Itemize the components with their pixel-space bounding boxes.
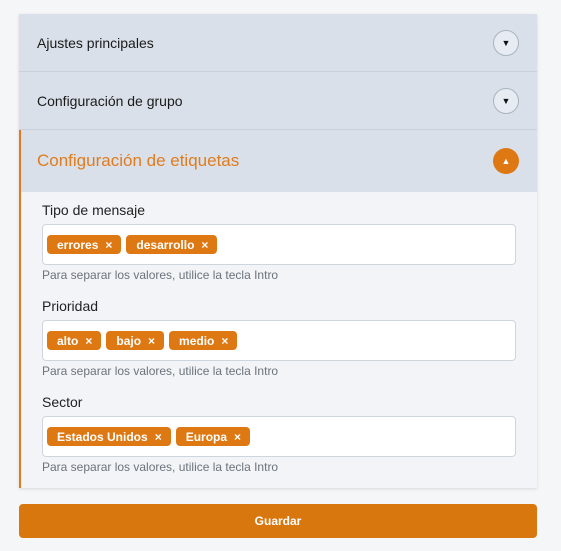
- tag-label: desarrollo: [136, 237, 195, 252]
- field-label-priority: Prioridad: [42, 298, 99, 314]
- tag: bajo ×: [106, 331, 165, 350]
- tag: Estados Unidos ×: [47, 427, 171, 446]
- field-help-text: Para separar los valores, utilice la tec…: [42, 364, 279, 378]
- accordion-body: Tipo de mensaje errores × desarrollo × Par…: [21, 192, 537, 488]
- field-label-sector: Sector: [42, 394, 83, 410]
- message-type-tag-input[interactable]: errores × desarrollo ×: [42, 224, 516, 265]
- tag-label: Europa: [185, 429, 228, 444]
- chevron-up-icon[interactable]: ▲: [493, 148, 519, 174]
- field-label-message-type: Tipo de mensaje: [42, 202, 145, 218]
- sector-tag-input[interactable]: Estados Unidos × Europa ×: [42, 416, 516, 457]
- section-title: Ajustes principales: [37, 34, 154, 51]
- section-title: Configuración de grupo: [37, 92, 183, 109]
- accordion-section-tag-settings: Configuración de etiquetas ▲ Tipo de men…: [19, 130, 537, 488]
- remove-tag-icon[interactable]: ×: [234, 430, 241, 444]
- remove-tag-icon[interactable]: ×: [105, 238, 112, 252]
- tag: desarrollo ×: [126, 235, 218, 254]
- tag-label: bajo: [116, 333, 142, 348]
- remove-tag-icon[interactable]: ×: [221, 334, 228, 348]
- section-title: Configuración de etiquetas: [37, 151, 240, 170]
- tag: alto ×: [47, 331, 102, 350]
- settings-accordion: Ajustes principales ▼ Configuración de g…: [19, 14, 537, 488]
- tag-label: medio: [179, 333, 215, 348]
- field-help-text: Para separar los valores, utilice la tec…: [42, 460, 279, 474]
- tag-label: Estados Unidos: [57, 429, 148, 444]
- remove-tag-icon[interactable]: ×: [201, 238, 208, 252]
- tag: errores ×: [47, 235, 122, 254]
- chevron-down-icon[interactable]: ▼: [493, 87, 519, 114]
- remove-tag-icon[interactable]: ×: [155, 430, 162, 444]
- field-help-text: Para separar los valores, utilice la tec…: [42, 268, 279, 282]
- remove-tag-icon[interactable]: ×: [148, 334, 155, 348]
- tag: medio ×: [169, 331, 238, 350]
- tag-label: errores: [57, 237, 99, 252]
- tag: Europa ×: [175, 427, 251, 446]
- chevron-down-icon[interactable]: ▼: [493, 29, 519, 56]
- accordion-header-tag-settings[interactable]: Configuración de etiquetas ▲: [21, 130, 537, 192]
- accordion-header-group-settings[interactable]: Configuración de grupo ▼: [19, 72, 537, 130]
- priority-tag-input[interactable]: alto × bajo × medio ×: [42, 320, 516, 361]
- accordion-header-main-settings[interactable]: Ajustes principales ▼: [19, 14, 537, 72]
- remove-tag-icon[interactable]: ×: [85, 334, 92, 348]
- save-button[interactable]: Guardar: [19, 504, 537, 538]
- tag-label: alto: [57, 333, 79, 348]
